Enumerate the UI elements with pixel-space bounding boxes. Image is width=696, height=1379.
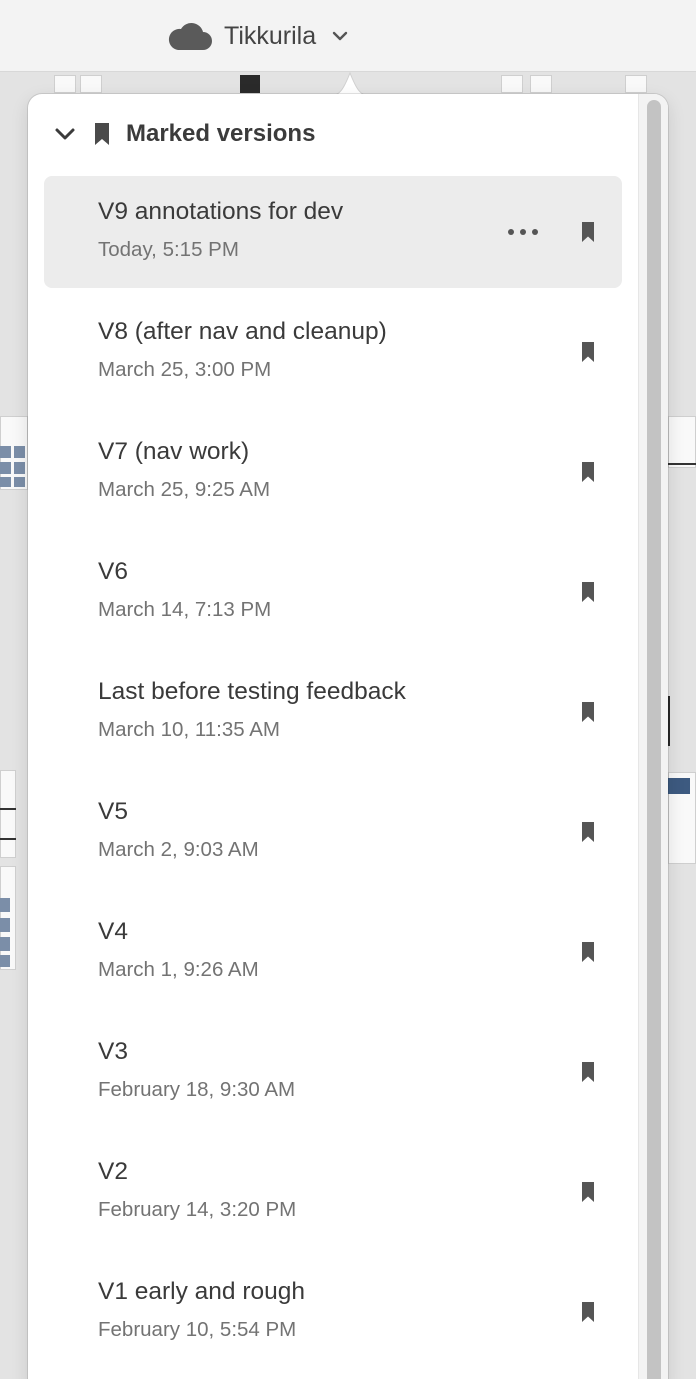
popover-arrow (330, 71, 370, 96)
versions-popover: Marked versions V9 annotations for dev To… (28, 94, 668, 1379)
bookmark-icon[interactable] (581, 221, 595, 243)
canvas-thumbnail (625, 75, 647, 93)
document-switcher[interactable]: Tikkurila (166, 16, 350, 56)
bookmark-icon[interactable] (581, 1061, 595, 1083)
version-date: March 2, 9:03 AM (98, 838, 259, 861)
bookmark-icon[interactable] (581, 581, 595, 603)
version-item[interactable]: V3 February 18, 9:30 AM (44, 1016, 622, 1128)
scrollbar[interactable] (638, 94, 668, 1379)
canvas-thumbnail (530, 75, 552, 93)
version-date: March 25, 9:25 AM (98, 478, 271, 501)
version-item[interactable]: V5 March 2, 9:03 AM (44, 776, 622, 888)
canvas-tile (14, 462, 25, 474)
bookmark-icon[interactable] (581, 1301, 595, 1323)
marked-versions-header[interactable]: Marked versions (52, 116, 315, 152)
cloud-icon (168, 23, 212, 50)
version-date: March 14, 7:13 PM (98, 598, 272, 621)
version-item[interactable]: V9 annotations for dev Today, 5:15 PM (44, 176, 622, 288)
more-dot (508, 229, 514, 235)
version-name: V2 (98, 1158, 128, 1185)
more-dot (532, 229, 538, 235)
canvas-thumbnail (240, 75, 260, 93)
canvas-tile (0, 898, 10, 912)
version-name: Last before testing feedback (98, 678, 406, 705)
section-title: Marked versions (126, 120, 316, 147)
version-name: V5 (98, 798, 128, 825)
bookmark-icon[interactable] (581, 461, 595, 483)
document-name: Tikkurila (224, 21, 317, 50)
canvas-tile (0, 937, 10, 951)
version-item[interactable]: V1 early and rough February 10, 5:54 PM (44, 1256, 622, 1368)
version-date: March 1, 9:26 AM (98, 958, 259, 981)
version-item[interactable]: V4 March 1, 9:26 AM (44, 896, 622, 1008)
version-name: V9 annotations for dev (98, 198, 344, 225)
canvas-tile (0, 918, 10, 932)
bookmark-icon[interactable] (581, 341, 595, 363)
canvas-thumbnail (668, 416, 696, 468)
bookmark-icon[interactable] (581, 821, 595, 843)
canvas-tile (14, 477, 25, 487)
version-name: V3 (98, 1038, 128, 1065)
canvas-tile (668, 778, 690, 794)
version-name: V1 early and rough (98, 1278, 306, 1305)
version-date: March 25, 3:00 PM (98, 358, 272, 381)
canvas-tile (0, 446, 11, 458)
version-date: Today, 5:15 PM (98, 238, 239, 261)
version-item[interactable]: Last before testing feedback March 10, 11… (44, 656, 622, 768)
canvas-tile (0, 955, 10, 967)
bookmark-icon[interactable] (581, 1181, 595, 1203)
canvas-line (0, 808, 16, 810)
version-name: V4 (98, 918, 128, 945)
version-name: V6 (98, 558, 128, 585)
version-name: V7 (nav work) (98, 438, 250, 465)
canvas-tile (0, 477, 11, 487)
version-date: February 18, 9:30 AM (98, 1078, 296, 1101)
version-date: February 10, 5:54 PM (98, 1318, 297, 1341)
more-options-icon[interactable] (506, 219, 540, 245)
version-item[interactable]: V7 (nav work) March 25, 9:25 AM (44, 416, 622, 528)
version-name: V8 (after nav and cleanup) (98, 318, 387, 345)
canvas-thumbnail (501, 75, 523, 93)
canvas-thumbnail (54, 75, 76, 93)
version-list: V9 annotations for dev Today, 5:15 PM V8 (… (44, 176, 622, 1376)
canvas-tile (14, 446, 25, 458)
canvas-tile (0, 462, 11, 474)
bookmark-icon[interactable] (581, 701, 595, 723)
version-date: March 10, 11:35 AM (98, 718, 280, 741)
chevron-down-icon[interactable] (52, 121, 78, 147)
bookmark-icon[interactable] (581, 941, 595, 963)
version-item[interactable]: V6 March 14, 7:13 PM (44, 536, 622, 648)
canvas-line (0, 838, 16, 840)
canvas-thumbnail (80, 75, 102, 93)
version-date: February 14, 3:20 PM (98, 1198, 297, 1221)
chevron-down-icon (332, 31, 348, 41)
title-bar: Tikkurila (0, 0, 696, 72)
scrollbar-thumb[interactable] (647, 100, 661, 1379)
version-item[interactable]: V2 February 14, 3:20 PM (44, 1136, 622, 1248)
version-item[interactable]: V8 (after nav and cleanup) March 25, 3:00… (44, 296, 622, 408)
bookmark-icon (95, 123, 109, 145)
canvas-line (668, 463, 696, 465)
canvas-thumbnail (0, 770, 16, 858)
more-dot (520, 229, 526, 235)
